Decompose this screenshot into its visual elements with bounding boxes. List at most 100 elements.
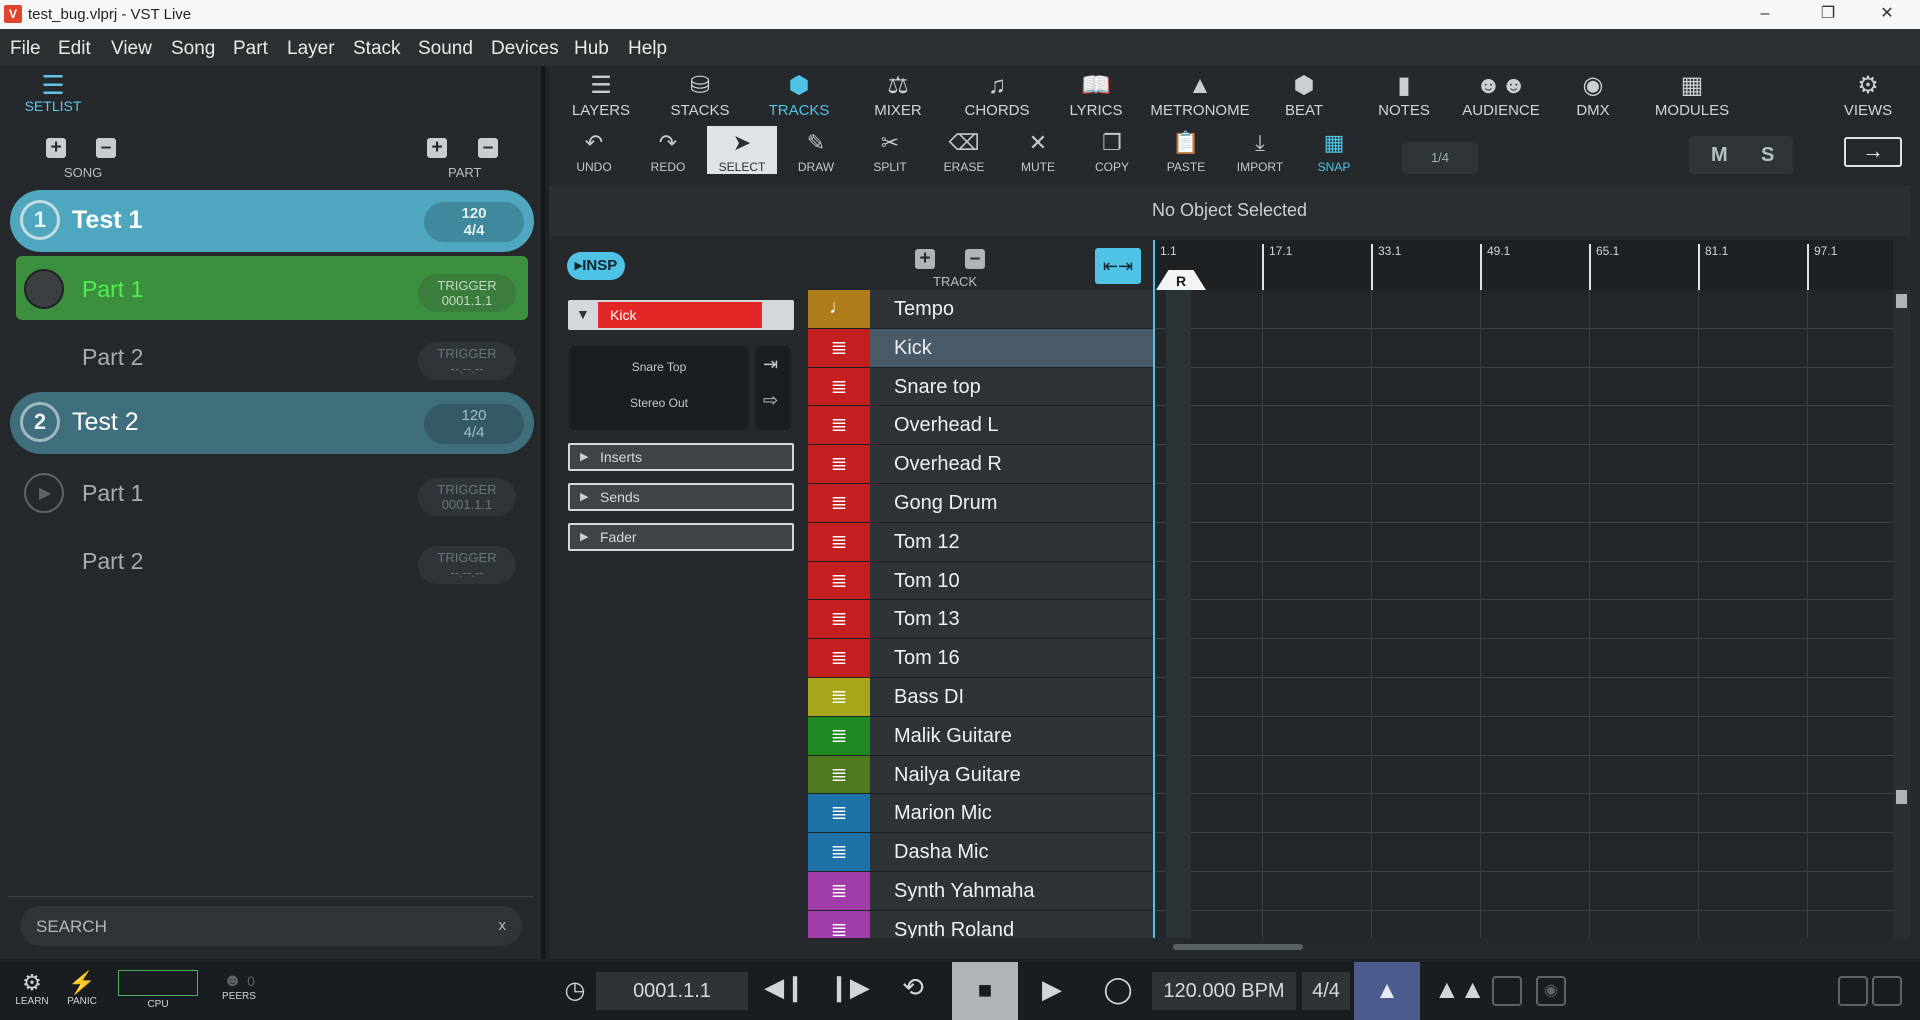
- track-row[interactable]: ≣ Synth Yahmaha: [808, 872, 1153, 911]
- previous-part-icon[interactable]: ◀❙: [762, 972, 808, 1003]
- snap-toggle[interactable]: ▦ SNAP: [1299, 126, 1369, 174]
- track-row[interactable]: ≣ Gong Drum: [808, 484, 1153, 523]
- erase-tool[interactable]: ⌫ ERASE: [929, 126, 999, 174]
- remove-track-button[interactable]: –: [965, 249, 985, 269]
- tab-tracks[interactable]: ⬢ TRACKS: [754, 72, 844, 119]
- record-button[interactable]: ◯: [1100, 974, 1136, 1005]
- tab-stacks[interactable]: ⛁ STACKS: [655, 72, 745, 119]
- menu-part[interactable]: Part: [233, 38, 268, 60]
- menu-stack[interactable]: Stack: [353, 38, 401, 60]
- tab-notes[interactable]: ▮ NOTES: [1359, 72, 1449, 119]
- arrange-grid[interactable]: [1153, 290, 1893, 938]
- metronome-button[interactable]: ▲: [1354, 962, 1420, 1020]
- play-button[interactable]: ▶: [1034, 974, 1070, 1005]
- clear-search-button[interactable]: x: [499, 917, 507, 934]
- menu-help[interactable]: Help: [628, 38, 667, 60]
- track-row[interactable]: ♩ Tempo: [808, 290, 1153, 329]
- part-item[interactable]: Part 2 TRIGGER --.--.--: [16, 528, 528, 592]
- menu-song[interactable]: Song: [171, 38, 215, 60]
- tab-views[interactable]: ⚙ VIEWS: [1823, 72, 1913, 119]
- cycle-icon[interactable]: ⟲: [890, 972, 936, 1003]
- stop-button[interactable]: ■: [952, 962, 1018, 1020]
- tab-audience[interactable]: ☻☻ AUDIENCE: [1456, 72, 1546, 119]
- inspector-button[interactable]: ▸INSP: [567, 252, 625, 280]
- track-row[interactable]: ≣ Tom 10: [808, 561, 1153, 601]
- track-row[interactable]: ≣ Snare top: [808, 367, 1153, 407]
- tab-metronome[interactable]: ▲ METRONOME: [1145, 72, 1255, 119]
- menu-devices[interactable]: Devices: [491, 38, 559, 60]
- vertical-scrollbar[interactable]: [1893, 290, 1910, 938]
- tempo-display[interactable]: 120.000 BPM: [1152, 972, 1296, 1010]
- mute-tool[interactable]: ✕ MUTE: [1003, 126, 1073, 174]
- mute-button[interactable]: M: [1711, 144, 1728, 167]
- track-row[interactable]: ≣ Synth Roland: [808, 910, 1153, 938]
- next-part-icon[interactable]: ❙▶: [826, 972, 872, 1003]
- minimize-button[interactable]: –: [1742, 2, 1788, 26]
- menu-view[interactable]: View: [111, 38, 152, 60]
- song-item[interactable]: 1 Test 1 120 4/4: [10, 190, 534, 252]
- menu-sound[interactable]: Sound: [418, 38, 473, 60]
- add-part-button[interactable]: +: [427, 138, 447, 158]
- record-mode-icon[interactable]: ◉: [1536, 976, 1566, 1006]
- horizontal-scrollbar[interactable]: [1153, 940, 1893, 954]
- square-toggle-icon[interactable]: [1492, 976, 1522, 1006]
- menu-edit[interactable]: Edit: [58, 38, 91, 60]
- add-track-button[interactable]: +: [915, 249, 935, 269]
- track-row[interactable]: ≣ Overhead R: [808, 445, 1153, 484]
- part-item[interactable]: Part 1 TRIGGER 0001.1.1: [16, 256, 528, 320]
- count-in-icon[interactable]: ▲▲: [1434, 974, 1485, 1005]
- input-routing[interactable]: Snare Top: [569, 360, 749, 374]
- track-row[interactable]: ≣ Dasha Mic: [808, 833, 1153, 872]
- input-icon[interactable]: ⇥: [763, 354, 778, 375]
- tab-beat[interactable]: ⬢ BEAT: [1259, 72, 1349, 119]
- panic-button[interactable]: ⚡ PANIC: [64, 970, 100, 1007]
- quantize-select[interactable]: 1/4: [1402, 142, 1478, 174]
- track-row[interactable]: ≣ Marion Mic: [808, 794, 1153, 834]
- solo-button[interactable]: S: [1761, 144, 1774, 167]
- tab-chords[interactable]: ♫ CHORDS: [952, 72, 1042, 119]
- inspector-track[interactable]: ▼ Kick: [568, 300, 794, 330]
- layout-left-icon[interactable]: [1838, 976, 1868, 1006]
- track-row[interactable]: ≣ Nailya Guitare: [808, 755, 1153, 795]
- draw-tool[interactable]: ✎ DRAW: [781, 126, 851, 174]
- copy-button[interactable]: ❐ COPY: [1077, 126, 1147, 174]
- song-item[interactable]: 2 Test 2 120 4/4: [10, 392, 534, 454]
- tab-lyrics[interactable]: 📖 LYRICS: [1051, 72, 1141, 119]
- output-routing[interactable]: Stereo Out: [569, 396, 749, 410]
- fader-section[interactable]: ▶ Fader: [568, 523, 794, 551]
- position-display[interactable]: 0001.1.1: [596, 972, 748, 1010]
- signature-display[interactable]: 4/4: [1302, 972, 1350, 1010]
- tab-mixer[interactable]: ⚖ MIXER: [853, 72, 943, 119]
- restore-button[interactable]: ❐: [1805, 2, 1851, 26]
- layout-right-icon[interactable]: [1872, 976, 1902, 1006]
- arrow-right-icon[interactable]: →: [1844, 137, 1902, 167]
- setlist-tab[interactable]: ☰ SETLIST: [16, 72, 90, 114]
- sends-section[interactable]: ▶ Sends: [568, 483, 794, 511]
- collapse-icon[interactable]: ▼: [576, 306, 590, 322]
- follow-playhead-icon[interactable]: ⇤⇥: [1095, 248, 1141, 284]
- remove-part-button[interactable]: –: [478, 138, 498, 158]
- learn-button[interactable]: ⚙ LEARN: [14, 970, 50, 1007]
- paste-button[interactable]: 📋 PASTE: [1151, 126, 1221, 174]
- tab-layers[interactable]: ☰ LAYERS: [556, 72, 646, 119]
- track-row[interactable]: ≣ Tom 13: [808, 600, 1153, 640]
- inserts-section[interactable]: ▶ Inserts: [568, 443, 794, 471]
- menu-file[interactable]: File: [10, 38, 41, 60]
- tab-dmx[interactable]: ◉ DMX: [1548, 72, 1638, 119]
- tab-modules[interactable]: ▦ MODULES: [1639, 72, 1745, 119]
- undo-button[interactable]: ↶ UNDO: [559, 126, 629, 174]
- menu-hub[interactable]: Hub: [574, 38, 609, 60]
- track-row[interactable]: ≣ Tom 12: [808, 522, 1153, 562]
- close-button[interactable]: ✕: [1864, 2, 1910, 26]
- track-row[interactable]: ≣ Bass DI: [808, 678, 1153, 717]
- track-row[interactable]: ≣ Tom 16: [808, 639, 1153, 678]
- track-row[interactable]: ≣ Malik Guitare: [808, 716, 1153, 756]
- part-item[interactable]: ▶ Part 1 TRIGGER 0001.1.1: [16, 460, 528, 524]
- track-row[interactable]: ≣ Kick: [808, 328, 1153, 368]
- clock-icon[interactable]: ◷: [560, 976, 590, 1005]
- select-tool[interactable]: ➤ SELECT: [707, 126, 777, 174]
- redo-button[interactable]: ↷ REDO: [633, 126, 703, 174]
- part-item[interactable]: Part 2 TRIGGER --.--.--: [16, 324, 528, 388]
- import-button[interactable]: ⤓ IMPORT: [1225, 126, 1295, 174]
- track-row[interactable]: ≣ Overhead L: [808, 406, 1153, 446]
